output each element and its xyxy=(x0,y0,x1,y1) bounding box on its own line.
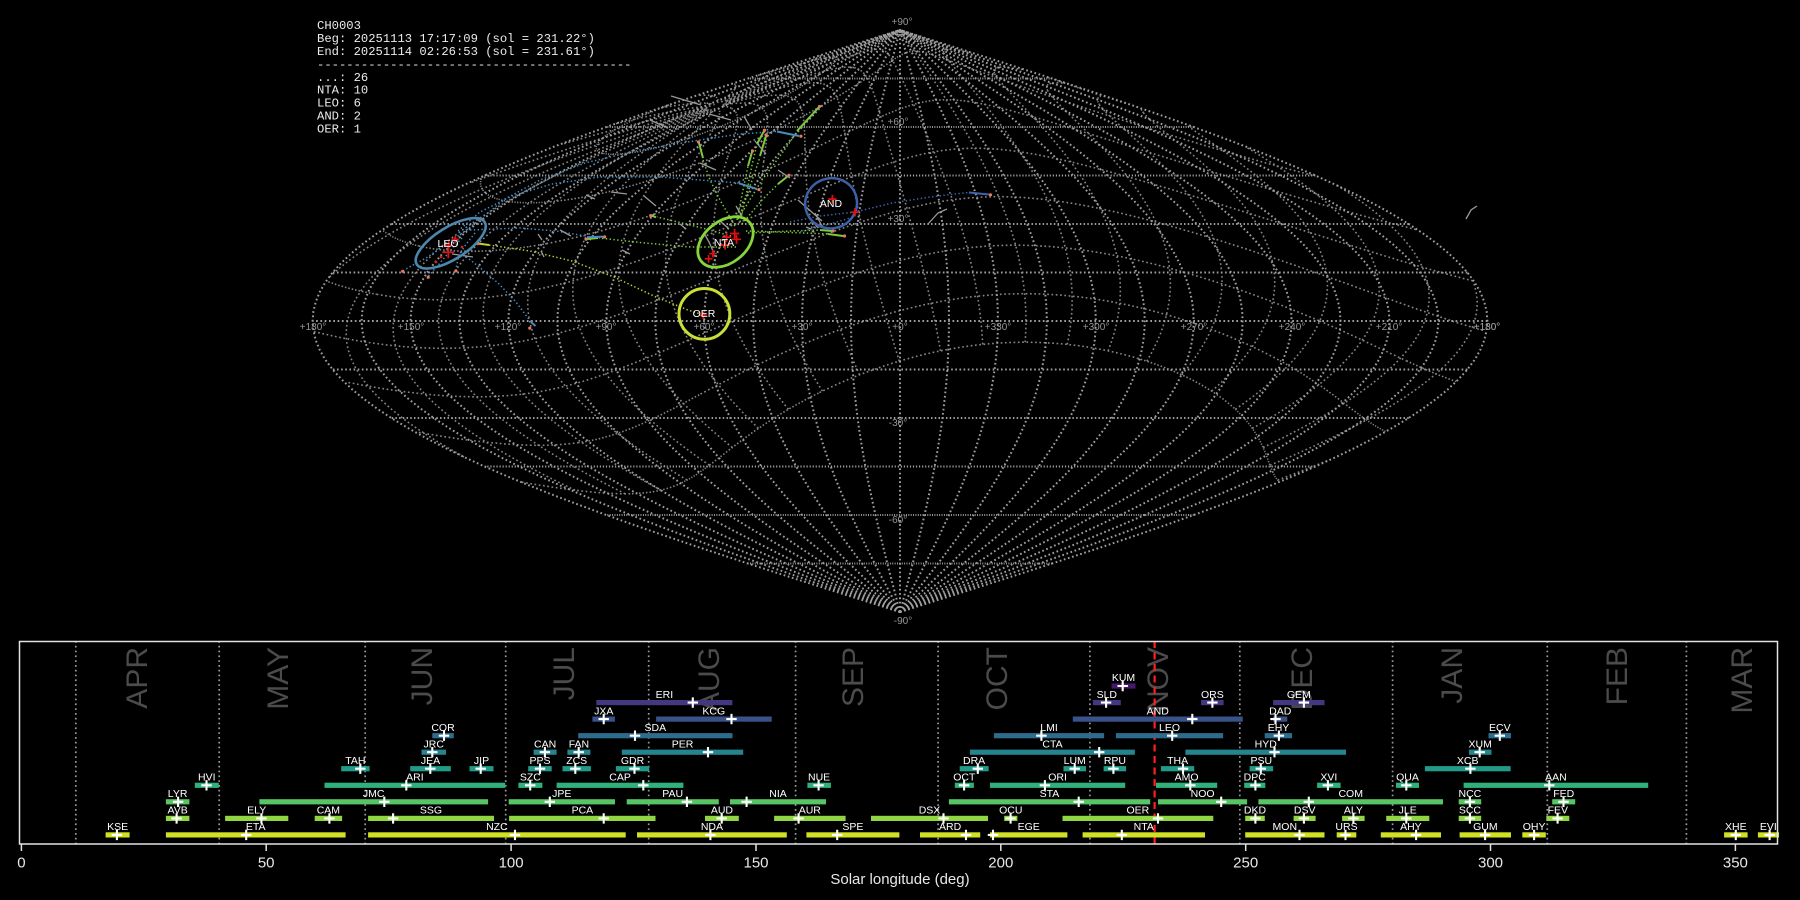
svg-text:GEM: GEM xyxy=(1287,689,1311,701)
svg-text:OER: OER xyxy=(1127,805,1150,817)
svg-text:XCB: XCB xyxy=(1457,755,1479,767)
svg-text:DRA: DRA xyxy=(963,755,985,767)
svg-text:SPE: SPE xyxy=(842,821,863,833)
svg-text:+30°: +30° xyxy=(792,322,813,333)
svg-text:EVI: EVI xyxy=(1760,821,1777,833)
svg-text:NZC: NZC xyxy=(486,821,508,833)
svg-text:RPU: RPU xyxy=(1104,755,1126,767)
svg-text:APR: APR xyxy=(121,647,154,709)
svg-text:JPE: JPE xyxy=(552,788,571,800)
svg-text:ELY: ELY xyxy=(247,805,266,817)
svg-text:MON: MON xyxy=(1273,821,1298,833)
svg-text:SDA: SDA xyxy=(645,722,667,734)
svg-text:LEO: LEO xyxy=(1159,722,1180,734)
svg-text:+90°: +90° xyxy=(596,322,617,333)
svg-text:OER: 1: OER: 1 xyxy=(317,122,361,136)
svg-text:DAD: DAD xyxy=(1269,705,1292,717)
svg-text:FEB: FEB xyxy=(1601,647,1634,705)
svg-text:SSG: SSG xyxy=(420,805,442,817)
svg-text:AMO: AMO xyxy=(1175,772,1199,784)
svg-text:100: 100 xyxy=(499,855,524,872)
svg-text:-90°: -90° xyxy=(894,616,912,627)
svg-text:ETA: ETA xyxy=(246,821,266,833)
svg-text:AND: AND xyxy=(820,198,843,210)
svg-text:NTA: 10: NTA: 10 xyxy=(317,84,368,98)
svg-text:NOV: NOV xyxy=(1142,647,1175,712)
svg-text:-60°: -60° xyxy=(889,515,907,526)
svg-text:MAY: MAY xyxy=(262,647,295,710)
svg-text:EGE: EGE xyxy=(1018,821,1040,833)
svg-text:------------------------------: ----------------------------------------… xyxy=(317,58,632,72)
svg-text:MAR: MAR xyxy=(1726,647,1759,714)
svg-text:...: 26: ...: 26 xyxy=(317,71,368,85)
svg-text:JUN: JUN xyxy=(406,647,439,705)
svg-text:+240°: +240° xyxy=(1279,322,1306,333)
svg-text:+150°: +150° xyxy=(398,322,425,333)
svg-text:NTA: NTA xyxy=(1134,821,1154,833)
svg-text:JUL: JUL xyxy=(548,647,581,700)
svg-text:SEP: SEP xyxy=(837,647,870,707)
svg-text:+0°: +0° xyxy=(892,322,907,333)
svg-text:LEO: 6: LEO: 6 xyxy=(317,97,361,111)
svg-text:TAH: TAH xyxy=(345,755,365,767)
svg-text:ERI: ERI xyxy=(656,689,674,701)
svg-text:+60°: +60° xyxy=(888,117,909,128)
svg-text:+210°: +210° xyxy=(1376,322,1403,333)
svg-text:CAP: CAP xyxy=(609,772,631,784)
svg-text:JAN: JAN xyxy=(1436,647,1469,704)
svg-text:JLE: JLE xyxy=(1399,805,1417,817)
svg-text:JRC: JRC xyxy=(423,738,444,750)
svg-text:LMI: LMI xyxy=(1040,722,1058,734)
svg-text:AHY: AHY xyxy=(1400,821,1422,833)
svg-text:+120°: +120° xyxy=(495,322,522,333)
svg-text:OCT: OCT xyxy=(981,647,1014,710)
svg-text:+180°: +180° xyxy=(1474,322,1501,333)
svg-text:Beg: 20251113 17:17:09 (sol =: Beg: 20251113 17:17:09 (sol = 231.22°) xyxy=(317,32,595,46)
svg-text:ARD: ARD xyxy=(939,821,962,833)
svg-text:NIA: NIA xyxy=(769,788,787,800)
svg-text:150: 150 xyxy=(743,855,768,872)
svg-text:JMC: JMC xyxy=(363,788,385,800)
svg-text:50: 50 xyxy=(258,855,275,872)
svg-text:LEO: LEO xyxy=(437,238,458,250)
svg-text:DSX: DSX xyxy=(919,805,941,817)
svg-text:CTA: CTA xyxy=(1042,738,1062,750)
svg-text:PAU: PAU xyxy=(662,788,683,800)
svg-text:STA: STA xyxy=(1040,788,1060,800)
svg-text:GDR: GDR xyxy=(621,755,645,767)
svg-text:COM: COM xyxy=(1338,788,1363,800)
svg-text:OER: OER xyxy=(693,308,716,320)
svg-text:+90°: +90° xyxy=(892,17,913,28)
svg-text:+300°: +300° xyxy=(1083,322,1110,333)
svg-text:+60°: +60° xyxy=(694,322,715,333)
svg-text:KCG: KCG xyxy=(702,705,725,717)
svg-text:350: 350 xyxy=(1723,855,1748,872)
svg-text:AND: AND xyxy=(1147,705,1170,717)
svg-text:QUA: QUA xyxy=(1396,772,1419,784)
svg-text:0: 0 xyxy=(17,855,25,872)
svg-text:+330°: +330° xyxy=(985,322,1012,333)
svg-text:CH0003: CH0003 xyxy=(317,19,361,33)
svg-text:+30°: +30° xyxy=(888,214,909,225)
svg-text:NDA: NDA xyxy=(701,821,723,833)
svg-text:250: 250 xyxy=(1233,855,1258,872)
svg-text:-30°: -30° xyxy=(889,418,907,429)
svg-text:ZCS: ZCS xyxy=(566,755,587,767)
svg-text:NTA: NTA xyxy=(714,237,734,249)
svg-text:300: 300 xyxy=(1478,855,1503,872)
svg-text:200: 200 xyxy=(988,855,1013,872)
svg-text:Solar longitude (deg): Solar longitude (deg) xyxy=(830,871,969,888)
svg-text:THA: THA xyxy=(1167,755,1188,767)
svg-text:PCA: PCA xyxy=(572,805,594,817)
svg-text:ORI: ORI xyxy=(1048,772,1067,784)
svg-text:PER: PER xyxy=(672,738,694,750)
svg-text:End: 20251114 02:26:53 (sol =: End: 20251114 02:26:53 (sol = 231.61°) xyxy=(317,45,595,59)
svg-text:+270°: +270° xyxy=(1181,322,1208,333)
svg-text:+180°: +180° xyxy=(300,322,327,333)
svg-text:AND: 2: AND: 2 xyxy=(317,110,361,124)
svg-text:NOO: NOO xyxy=(1191,788,1215,800)
svg-text:ARI: ARI xyxy=(406,772,424,784)
svg-text:AUR: AUR xyxy=(799,805,822,817)
